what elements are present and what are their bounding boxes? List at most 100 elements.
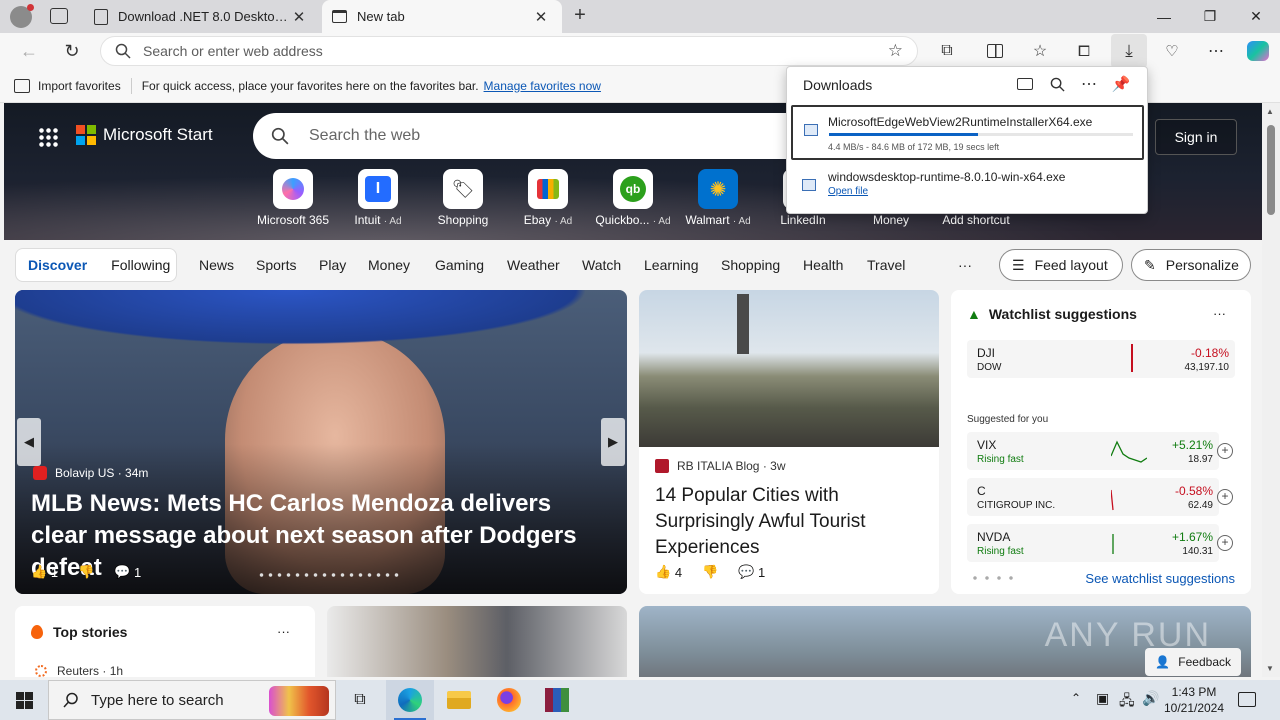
top-stories-more-button[interactable]: ··· [277,624,290,639]
taskbar-search-box[interactable]: Type here to search [48,680,336,720]
news-card-cities[interactable]: RB ITALIA Blog · 3w 14 Popular Cities wi… [639,290,939,594]
dislike-icon[interactable]: 👎 [702,564,718,580]
copilot-icon[interactable] [1243,36,1273,66]
download-item-webview2[interactable]: MicrosoftEdgeWebView2RuntimeInstallerX64… [791,105,1144,160]
add-to-watchlist-button[interactable]: + [1217,443,1233,459]
microsoft-start-logo[interactable]: Microsoft Start [76,125,213,145]
nav-travel[interactable]: Travel [867,257,905,273]
pagination-dots[interactable] [969,576,1021,580]
quick-link-microsoft-365[interactable]: Microsoft 365 [250,169,336,227]
tab-new-tab[interactable]: New tab ✕ [322,0,562,33]
volume-icon[interactable]: 🔊 [1142,690,1159,707]
quick-link-ebay[interactable]: Ebay · Ad [505,169,591,227]
tab-following[interactable]: Following [111,257,170,273]
close-tab-icon[interactable]: ✕ [288,6,310,28]
hero-news-card[interactable]: ◀ ▶ Bolavip US · 34m MLB News: Mets HC C… [15,290,627,594]
carousel-prev-button[interactable]: ◀ [17,418,41,466]
browser-essentials-icon[interactable]: ♡ [1157,36,1187,66]
show-hidden-icons[interactable]: ⌃ [1071,691,1081,705]
task-view-button[interactable]: ⧉ [336,680,384,720]
import-favorites-button[interactable]: Import favorites [38,79,121,93]
taskbar-edge[interactable] [386,680,434,720]
restore-button[interactable]: ❐ [1187,0,1233,33]
news-card-photo[interactable]: ANY RUN 👤 Feedback [639,606,1251,677]
like-icon[interactable]: 👍 [655,564,671,580]
feedback-button[interactable]: 👤 Feedback [1145,648,1241,676]
taskbar-firefox[interactable] [485,680,533,720]
sign-in-button[interactable]: Sign in [1155,119,1237,155]
notifications-icon[interactable] [1238,692,1256,707]
stock-row-dji[interactable]: DJI DOW -0.18% 43,197.10 [967,340,1235,378]
open-file-link[interactable]: Open file [828,186,868,197]
start-button[interactable] [0,680,48,720]
like-icon[interactable]: 👍 [31,564,47,580]
see-watchlist-link[interactable]: See watchlist suggestions [1085,571,1235,586]
carousel-dots[interactable] [257,573,399,577]
feed-layout-button[interactable]: ☰ Feed layout [999,249,1123,281]
extensions-icon[interactable]: ⧉ [932,36,962,66]
comment-icon[interactable]: 💬 [738,564,754,580]
refresh-button[interactable]: ↻ [57,36,87,66]
nav-shopping[interactable]: Shopping [721,257,780,273]
pin-icon[interactable]: 📌 [1108,71,1134,97]
nav-news[interactable]: News [199,257,234,273]
nav-gaming[interactable]: Gaming [435,257,484,273]
stock-row-c[interactable]: C CITIGROUP INC. -0.58% 62.49 + [967,478,1233,516]
quick-link-shopping[interactable]: 🏷 Shopping [420,169,506,227]
quick-link-quickbooks[interactable]: qb Quickbo... · Ad [590,169,676,227]
page-scrollbar[interactable]: ▲ ▼ [1262,103,1280,677]
scroll-thumb[interactable] [1267,125,1275,215]
more-options-icon[interactable]: ⋯ [1076,71,1102,97]
network-icon[interactable]: 🖧 [1119,690,1135,714]
back-button[interactable]: ← [14,36,44,66]
close-window-button[interactable]: ✕ [1233,0,1279,33]
nav-money[interactable]: Money [368,257,410,273]
add-to-watchlist-button[interactable]: + [1217,489,1233,505]
taskbar-file-explorer[interactable] [435,680,483,720]
nav-sports[interactable]: Sports [256,257,296,273]
minimize-button[interactable]: — [1141,0,1187,33]
stock-row-vix[interactable]: VIX Rising fast +5.21% 18.97 + [967,432,1233,470]
favorite-star-icon[interactable]: ☆ [888,41,903,61]
tab-actions-icon[interactable] [50,8,68,24]
new-tab-button[interactable]: + [568,4,592,28]
nav-weather[interactable]: Weather [507,257,560,273]
nav-learning[interactable]: Learning [644,257,699,273]
download-item-desktop-runtime[interactable]: windowsdesktop-runtime-8.0.10-win-x64.ex… [791,165,1144,209]
nav-play[interactable]: Play [319,257,346,273]
downloads-icon[interactable]: ⤓ [1111,34,1147,68]
news-headline[interactable]: 14 Popular Cities with Surprisingly Awfu… [655,483,925,561]
scroll-down-arrow[interactable]: ▼ [1266,664,1274,673]
tab-discover[interactable]: Discover [28,257,87,273]
quick-link-intuit[interactable]: I Intuit · Ad [335,169,421,227]
watchlist-more-button[interactable]: ··· [1213,306,1226,321]
collections-icon[interactable]: ⧠ [1069,36,1099,66]
clock[interactable]: 1:43 PM 10/21/2024 [1162,684,1226,716]
news-card-photo[interactable] [327,606,627,677]
apps-launcher-icon[interactable] [38,127,58,147]
dislike-icon[interactable]: 👎 [78,564,94,580]
search-downloads-icon[interactable] [1044,71,1070,97]
carousel-next-button[interactable]: ▶ [601,418,625,466]
profile-avatar[interactable] [10,4,34,28]
comment-icon[interactable]: 💬 [114,564,130,580]
personalize-button[interactable]: ✎ Personalize [1131,249,1251,281]
add-to-watchlist-button[interactable]: + [1217,535,1233,551]
tab-dotnet-download[interactable]: Download .NET 8.0 Desktop Runtime (v8.0.… [84,0,320,33]
address-input[interactable] [143,43,843,59]
manage-favorites-link[interactable]: Manage favorites now [484,79,601,93]
address-bar[interactable]: ☆ [100,36,918,66]
taskbar-winrar[interactable] [533,680,581,720]
quick-link-walmart[interactable]: ✺ Walmart · Ad [675,169,761,227]
favorites-icon[interactable]: ☆ [1025,36,1055,66]
nav-watch[interactable]: Watch [582,257,621,273]
web-search-box[interactable]: Search the web [253,113,813,159]
split-screen-icon[interactable] [980,36,1010,66]
scroll-up-arrow[interactable]: ▲ [1266,107,1274,116]
nav-more-button[interactable]: ··· [958,257,972,273]
nav-health[interactable]: Health [803,257,843,273]
tray-app-icon[interactable]: ▣ [1096,690,1109,707]
settings-more-icon[interactable]: ⋯ [1201,36,1231,66]
open-folder-icon[interactable] [1012,71,1038,97]
stock-row-nvda[interactable]: NVDA Rising fast +1.67% 140.31 + [967,524,1233,562]
